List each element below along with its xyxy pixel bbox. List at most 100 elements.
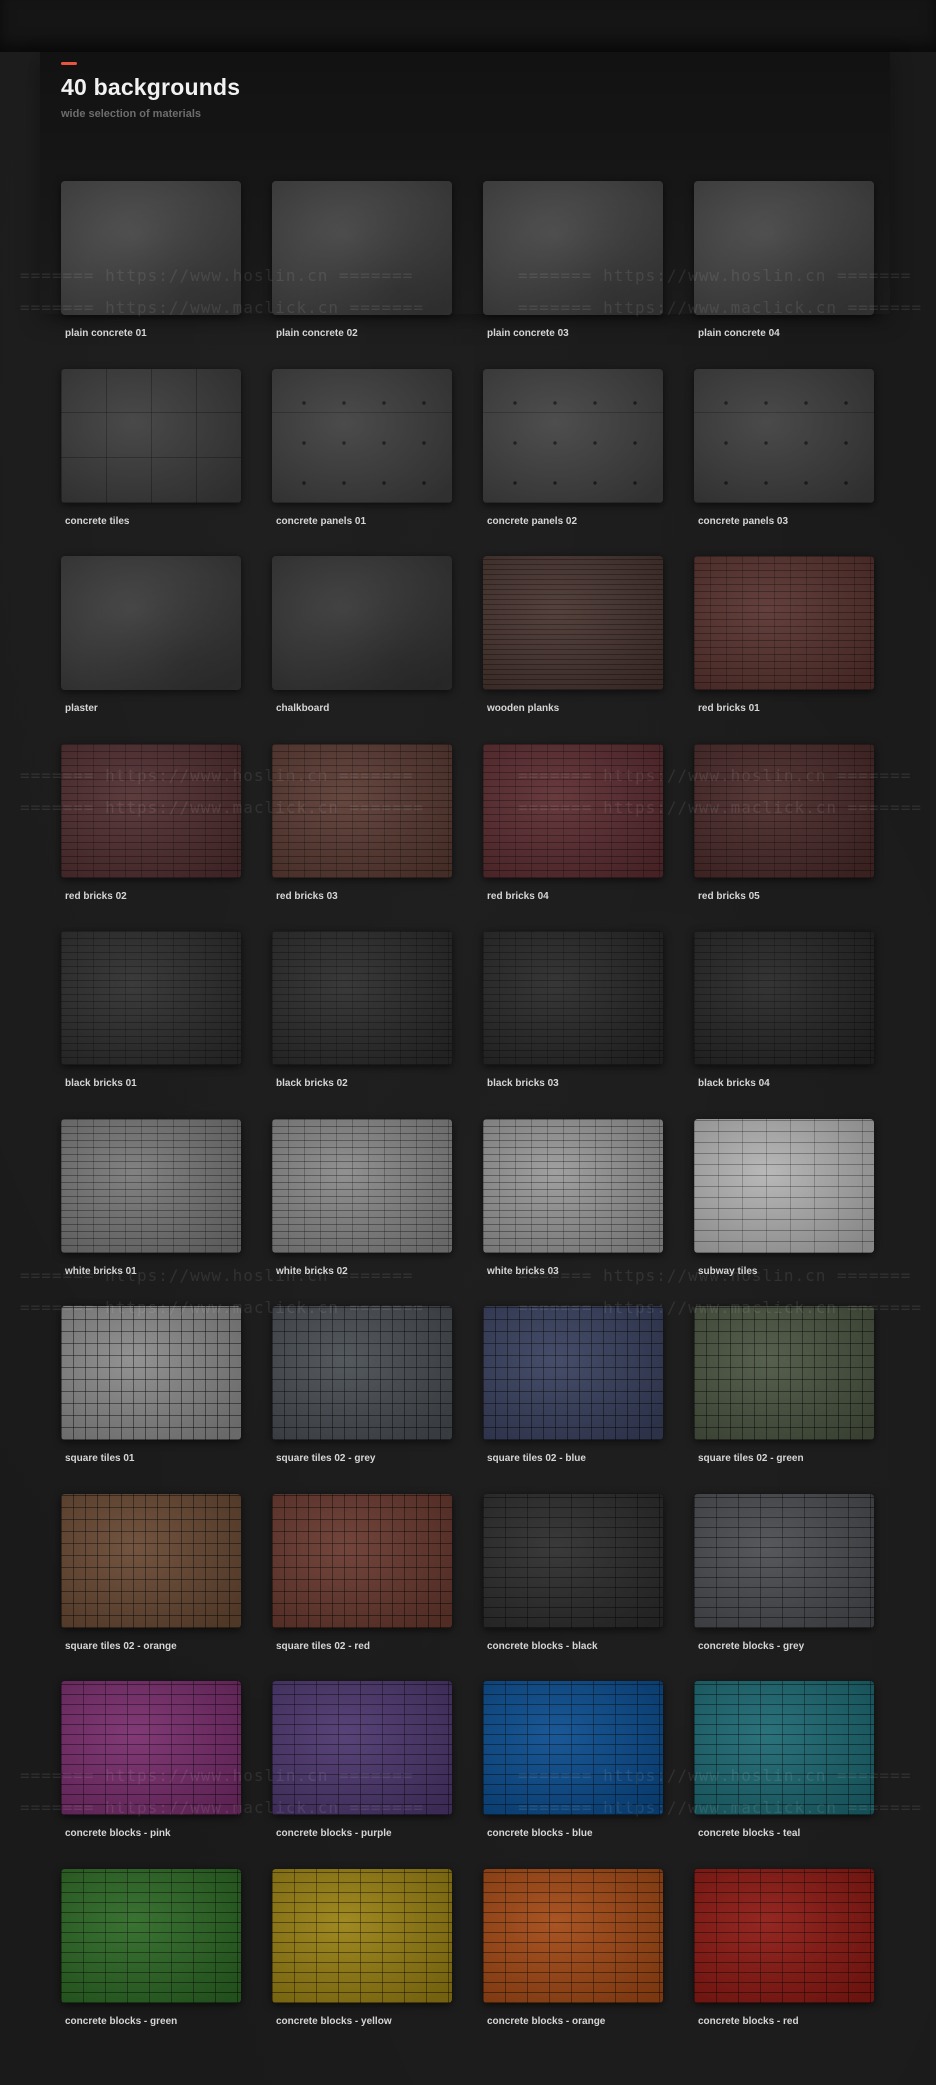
texture-thumbnail[interactable] [61,369,241,503]
tile-label: black bricks 02 [276,1078,348,1089]
texture-pattern [483,1306,663,1440]
tile-label: concrete tiles [65,516,130,527]
texture-thumbnail[interactable] [483,744,663,878]
background-tile[interactable]: white bricks 03 [483,1119,663,1277]
texture-thumbnail[interactable] [694,181,874,315]
page-background: 40 backgrounds wide selection of materia… [0,0,936,2085]
tile-label: wooden planks [487,703,560,714]
background-tile[interactable]: white bricks 02 [272,1119,452,1277]
texture-thumbnail[interactable] [61,1869,241,2003]
tile-label: red bricks 03 [276,891,338,902]
texture-thumbnail[interactable] [694,1119,874,1253]
texture-thumbnail[interactable] [272,1494,452,1628]
background-tile[interactable]: concrete blocks - yellow [272,1869,452,2027]
tile-label: plain concrete 02 [276,328,358,339]
texture-thumbnail[interactable] [483,369,663,503]
background-tile[interactable]: concrete blocks - black [483,1494,663,1652]
background-tile[interactable]: plain concrete 04 [694,181,874,339]
texture-thumbnail[interactable] [483,1119,663,1253]
background-tile[interactable]: concrete blocks - red [694,1869,874,2027]
texture-thumbnail[interactable] [694,744,874,878]
tile-label: concrete blocks - orange [487,2016,606,2027]
texture-thumbnail[interactable] [483,1869,663,2003]
background-tile[interactable]: red bricks 01 [694,556,874,714]
texture-thumbnail[interactable] [483,1681,663,1815]
background-tile[interactable]: red bricks 04 [483,744,663,902]
background-tile[interactable]: plaster [61,556,241,714]
background-tile[interactable]: concrete blocks - grey [694,1494,874,1652]
background-tile[interactable]: white bricks 01 [61,1119,241,1277]
texture-thumbnail[interactable] [272,556,452,690]
texture-thumbnail[interactable] [272,1119,452,1253]
background-tile[interactable]: concrete panels 02 [483,369,663,527]
texture-thumbnail[interactable] [694,931,874,1065]
texture-thumbnail[interactable] [272,1306,452,1440]
background-tile[interactable]: concrete blocks - teal [694,1681,874,1839]
texture-thumbnail[interactable] [483,1494,663,1628]
background-tile[interactable]: square tiles 02 - red [272,1494,452,1652]
background-tile[interactable]: chalkboard [272,556,452,714]
texture-thumbnail[interactable] [694,1869,874,2003]
texture-pattern [694,744,874,878]
background-tile[interactable]: red bricks 02 [61,744,241,902]
texture-thumbnail[interactable] [61,1119,241,1253]
texture-thumbnail[interactable] [694,1494,874,1628]
texture-thumbnail[interactable] [483,556,663,690]
background-tile[interactable]: plain concrete 02 [272,181,452,339]
texture-thumbnail[interactable] [272,744,452,878]
background-tile[interactable]: wooden planks [483,556,663,714]
tile-label: red bricks 02 [65,891,127,902]
tile-label: black bricks 04 [698,1078,770,1089]
background-tile[interactable]: concrete panels 01 [272,369,452,527]
texture-thumbnail[interactable] [272,1869,452,2003]
texture-thumbnail[interactable] [483,931,663,1065]
background-tile[interactable]: plain concrete 03 [483,181,663,339]
texture-thumbnail[interactable] [61,181,241,315]
background-tile[interactable]: red bricks 03 [272,744,452,902]
background-tile[interactable]: concrete tiles [61,369,241,527]
tile-label: subway tiles [698,1266,758,1277]
background-tile[interactable]: square tiles 02 - blue [483,1306,663,1464]
texture-thumbnail[interactable] [61,556,241,690]
background-tile[interactable]: concrete blocks - orange [483,1869,663,2027]
background-tile[interactable]: square tiles 02 - green [694,1306,874,1464]
background-tile[interactable]: square tiles 02 - grey [272,1306,452,1464]
texture-pattern [272,1681,452,1815]
background-tile[interactable]: black bricks 03 [483,931,663,1089]
background-tile[interactable]: black bricks 01 [61,931,241,1089]
tile-label: white bricks 03 [487,1266,559,1277]
texture-thumbnail[interactable] [61,1681,241,1815]
background-tile[interactable]: square tiles 02 - orange [61,1494,241,1652]
texture-thumbnail[interactable] [694,369,874,503]
texture-thumbnail[interactable] [483,1306,663,1440]
background-tile[interactable]: square tiles 01 [61,1306,241,1464]
texture-pattern [272,556,452,690]
background-tile[interactable]: black bricks 02 [272,931,452,1089]
texture-thumbnail[interactable] [272,369,452,503]
background-tile[interactable]: concrete blocks - green [61,1869,241,2027]
texture-thumbnail[interactable] [272,931,452,1065]
texture-thumbnail[interactable] [61,931,241,1065]
texture-thumbnail[interactable] [61,1494,241,1628]
tile-label: red bricks 05 [698,891,760,902]
background-tile[interactable]: red bricks 05 [694,744,874,902]
background-tile[interactable]: concrete blocks - purple [272,1681,452,1839]
background-tile[interactable]: concrete panels 03 [694,369,874,527]
background-tile[interactable]: subway tiles [694,1119,874,1277]
texture-pattern [272,1494,452,1628]
background-tile[interactable]: concrete blocks - blue [483,1681,663,1839]
texture-thumbnail[interactable] [694,1681,874,1815]
texture-thumbnail[interactable] [272,1681,452,1815]
background-tile[interactable]: black bricks 04 [694,931,874,1089]
background-tile[interactable]: plain concrete 01 [61,181,241,339]
background-tile[interactable]: concrete blocks - pink [61,1681,241,1839]
texture-thumbnail[interactable] [483,181,663,315]
tile-label: concrete blocks - purple [276,1828,392,1839]
tile-label: plaster [65,703,98,714]
texture-thumbnail[interactable] [272,181,452,315]
texture-thumbnail[interactable] [61,1306,241,1440]
texture-thumbnail[interactable] [694,1306,874,1440]
texture-thumbnail[interactable] [694,556,874,690]
page-title: 40 backgrounds [61,74,241,100]
texture-thumbnail[interactable] [61,744,241,878]
